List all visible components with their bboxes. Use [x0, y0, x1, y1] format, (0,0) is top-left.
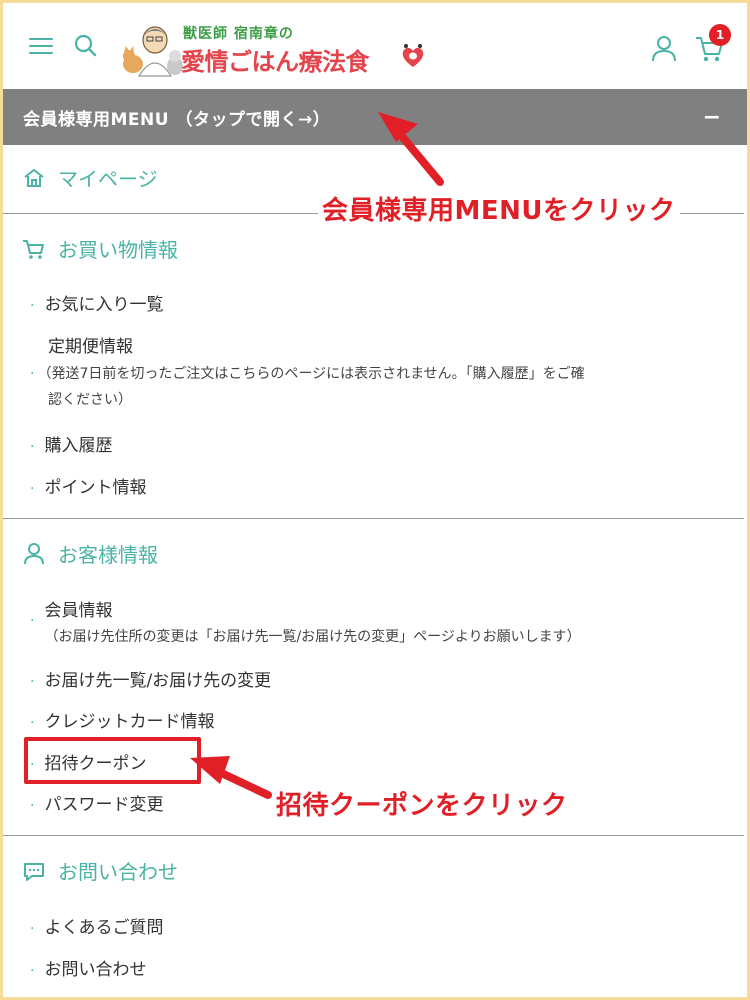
delivery-address-link[interactable]: · お届け先一覧/お届け先の変更	[30, 666, 271, 691]
collapse-icon: −	[702, 105, 721, 130]
member-menu-label: 会員様専用MENU （タップで開く→）	[23, 109, 331, 130]
arrow-to-coupon	[190, 756, 272, 799]
annotation-menu-click: 会員様専用MENUをクリック	[318, 190, 680, 227]
logo-subtitle: 獣医師 宿南章の	[183, 26, 294, 42]
faq-link[interactable]: · よくあるご質問	[30, 913, 163, 938]
favorites-link[interactable]: · お気に入り一覧	[30, 290, 163, 315]
credit-card-link[interactable]: · クレジットカード情報	[30, 707, 214, 732]
member-info-link[interactable]: · 会員情報 （お届け先住所の変更は「お届け先一覧/お届け先の変更」ページよりお…	[30, 596, 581, 646]
home-icon	[24, 168, 44, 187]
site-header: 獣医師 宿南章の 愛情ごはん療法食 1	[3, 3, 747, 89]
bullet: ·	[30, 921, 35, 937]
section-divider	[3, 835, 744, 836]
mypage-label: マイページ	[58, 167, 158, 191]
subscription-note-2: 認ください）	[48, 392, 132, 408]
delivery-address-label: お届け先一覧/お届け先の変更	[44, 671, 272, 691]
credit-card-label: クレジットカード情報	[44, 712, 215, 732]
contact-title: お問い合わせ	[58, 860, 178, 884]
annotation-coupon-click: 招待クーポンをクリック	[276, 791, 568, 821]
coupon-highlight-box	[24, 737, 201, 784]
shopping-section-title: お買い物情報	[22, 234, 178, 263]
member-info-label: 会員情報	[44, 601, 113, 621]
mypage-link[interactable]: マイページ	[22, 163, 158, 192]
heart-paw-icon	[402, 44, 424, 67]
bullet: ·	[30, 366, 35, 382]
contact-label: お問い合わせ	[44, 960, 147, 980]
customer-section-title: お客様情報	[22, 539, 158, 568]
logo-illustration	[123, 26, 183, 77]
subscription-label: 定期便情報	[48, 337, 133, 357]
bullet: ·	[30, 963, 35, 979]
chat-icon	[24, 862, 44, 881]
subscription-link[interactable]: 定期便情報 · （発送7日前を切ったご注文はこちらのページには表示されません。「購…	[30, 332, 585, 409]
shopping-title: お買い物情報	[58, 238, 178, 262]
cart-count-badge: 1	[709, 24, 731, 46]
points-label: ポイント情報	[44, 478, 147, 498]
site-logo[interactable]: 獣医師 宿南章の 愛情ごはん療法食	[121, 20, 431, 78]
password-change-label: パスワード変更	[44, 795, 164, 815]
purchase-history-link[interactable]: · 購入履歴	[30, 431, 112, 456]
contact-link[interactable]: · お問い合わせ	[30, 955, 146, 980]
member-menu-toggle[interactable]: 会員様専用MENU （タップで開く→） −	[3, 89, 747, 145]
password-change-link[interactable]: · パスワード変更	[30, 790, 163, 815]
customer-title: お客様情報	[58, 543, 158, 567]
annotation-arrows	[190, 112, 444, 799]
bullet: ·	[30, 439, 35, 455]
purchase-history-label: 購入履歴	[44, 436, 113, 456]
favorites-label: お気に入り一覧	[44, 295, 164, 315]
bullet: ·	[30, 715, 35, 731]
cart-icon	[23, 239, 44, 259]
bullet: ·	[30, 481, 35, 497]
bullet: ·	[30, 298, 35, 314]
points-link[interactable]: · ポイント情報	[30, 473, 146, 498]
member-info-note: （お届け先住所の変更は「お届け先一覧/お届け先の変更」ページよりお願いします）	[44, 629, 581, 645]
faq-label: よくあるご質問	[44, 918, 164, 938]
search-icon[interactable]	[73, 33, 99, 59]
section-divider	[3, 518, 744, 519]
bullet: ·	[30, 674, 35, 690]
bullet: ·	[30, 613, 35, 629]
logo-title: 愛情ごはん療法食	[181, 48, 370, 76]
account-icon[interactable]	[651, 35, 677, 63]
subscription-note: （発送7日前を切ったご注文はこちらのページには表示されません。「購入履歴」をご確	[44, 366, 585, 382]
hamburger-menu-icon[interactable]	[29, 36, 55, 58]
user-icon	[24, 542, 44, 564]
contact-section-title: お問い合わせ	[22, 856, 178, 885]
page-frame	[0, 0, 750, 1000]
bullet: ·	[30, 798, 35, 814]
